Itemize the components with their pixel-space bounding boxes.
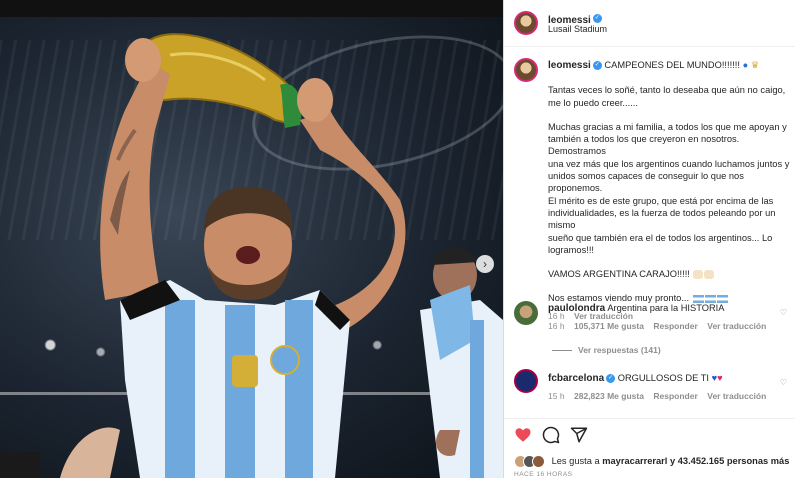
verified-icon: ✓: [606, 374, 616, 384]
caption-paragraph-1: Tantas veces lo soñé, tanto lo deseaba q…: [548, 85, 786, 108]
post-photo[interactable]: ›: [0, 0, 503, 478]
raised-hands-icon: [693, 270, 704, 280]
avatar[interactable]: [514, 369, 538, 393]
verified-icon: ✓: [592, 61, 602, 71]
avatar[interactable]: [514, 11, 538, 35]
comment-username[interactable]: paulolondra: [548, 303, 605, 314]
heart-icon[interactable]: [514, 426, 532, 444]
player-illustration: [0, 33, 503, 478]
author-username[interactable]: leomessi: [548, 60, 591, 71]
reply-link[interactable]: Responder: [653, 321, 697, 331]
caption-block: leomessi ✓ CAMPEONES DEL MUNDO!!!!!!! ● ♛…: [548, 59, 795, 321]
comment-likes[interactable]: 282,823 Me gusta: [574, 391, 644, 401]
comment-text: Argentina para la HISTORIA: [607, 303, 725, 313]
caption-header-line: leomessi ✓ CAMPEONES DEL MUNDO!!!!!!! ● ♛: [548, 59, 795, 72]
red-heart-icon: ♥: [717, 373, 723, 383]
post-header: leomessi ✓ Lusail Stadium: [504, 0, 795, 47]
see-translation-link[interactable]: Ver traducción: [707, 321, 766, 331]
view-replies[interactable]: Ver respuestas (141): [552, 345, 661, 355]
likes-count[interactable]: y 43.452.165 personas más: [667, 456, 789, 466]
comment-heart-icon[interactable]: ♡: [780, 308, 787, 317]
caption-title: CAMPEONES DEL MUNDO!!!!!!!: [604, 60, 740, 70]
comment-time: 16 h: [548, 321, 565, 332]
see-translation-link[interactable]: Ver traducción: [707, 391, 766, 401]
avatar[interactable]: [514, 58, 538, 82]
teammate: [420, 247, 503, 478]
caption-paragraph-3-line: VAMOS ARGENTINA CARAJO!!!!!: [548, 268, 795, 280]
globe-icon: ●: [742, 60, 749, 70]
comment-item: paulolondra Argentina para la HISTORIA 1…: [548, 302, 788, 331]
right-hand: [297, 78, 333, 122]
left-hand: [125, 38, 161, 82]
share-icon[interactable]: [570, 426, 588, 444]
comment-item: fcbarcelona ✓ ORGULLOSOS DE TI ♥♥ 15 h 28…: [548, 372, 788, 401]
chevron-right-icon[interactable]: ›: [476, 255, 494, 273]
post-time-ago: HACE 16 HORAS: [514, 471, 573, 478]
action-bar: [504, 418, 795, 479]
post-panel: leomessi ✓ Lusail Stadium leomessi ✓ CAMPE…: [503, 0, 795, 478]
caption-paragraph-2: Muchas gracias a mi familia, a todos los…: [548, 121, 790, 255]
raised-hand: [60, 427, 120, 478]
jersey: [120, 280, 350, 478]
phone-shape: [0, 452, 40, 478]
trophy-shape: [144, 33, 302, 128]
head: [204, 186, 293, 300]
likes-summary: Les gusta a mayracarrerarl y 43.452.165 …: [514, 455, 789, 468]
comment-time: 15 h: [548, 391, 565, 402]
reply-link[interactable]: Responder: [653, 391, 697, 401]
likes-prefix: Les gusta a: [551, 455, 603, 466]
caption-paragraph-3: VAMOS ARGENTINA CARAJO!!!!!: [548, 269, 690, 280]
avatar: [532, 455, 545, 468]
raised-hands-icon: [704, 270, 715, 280]
comment-likes[interactable]: 105,371 Me gusta: [574, 321, 644, 331]
verified-icon: ✓: [592, 14, 602, 24]
avatar[interactable]: [514, 301, 538, 325]
location-label[interactable]: Lusail Stadium: [548, 24, 607, 34]
trophy-icon: ♛: [750, 60, 760, 70]
comment-icon[interactable]: [542, 426, 560, 444]
likes-user[interactable]: mayracarrerarl: [602, 456, 667, 466]
comment-username[interactable]: fcbarcelona: [548, 373, 604, 384]
left-arm: [100, 60, 170, 300]
comment-text: ORGULLOSOS DE TI: [617, 373, 710, 383]
comment-heart-icon[interactable]: ♡: [780, 378, 787, 387]
